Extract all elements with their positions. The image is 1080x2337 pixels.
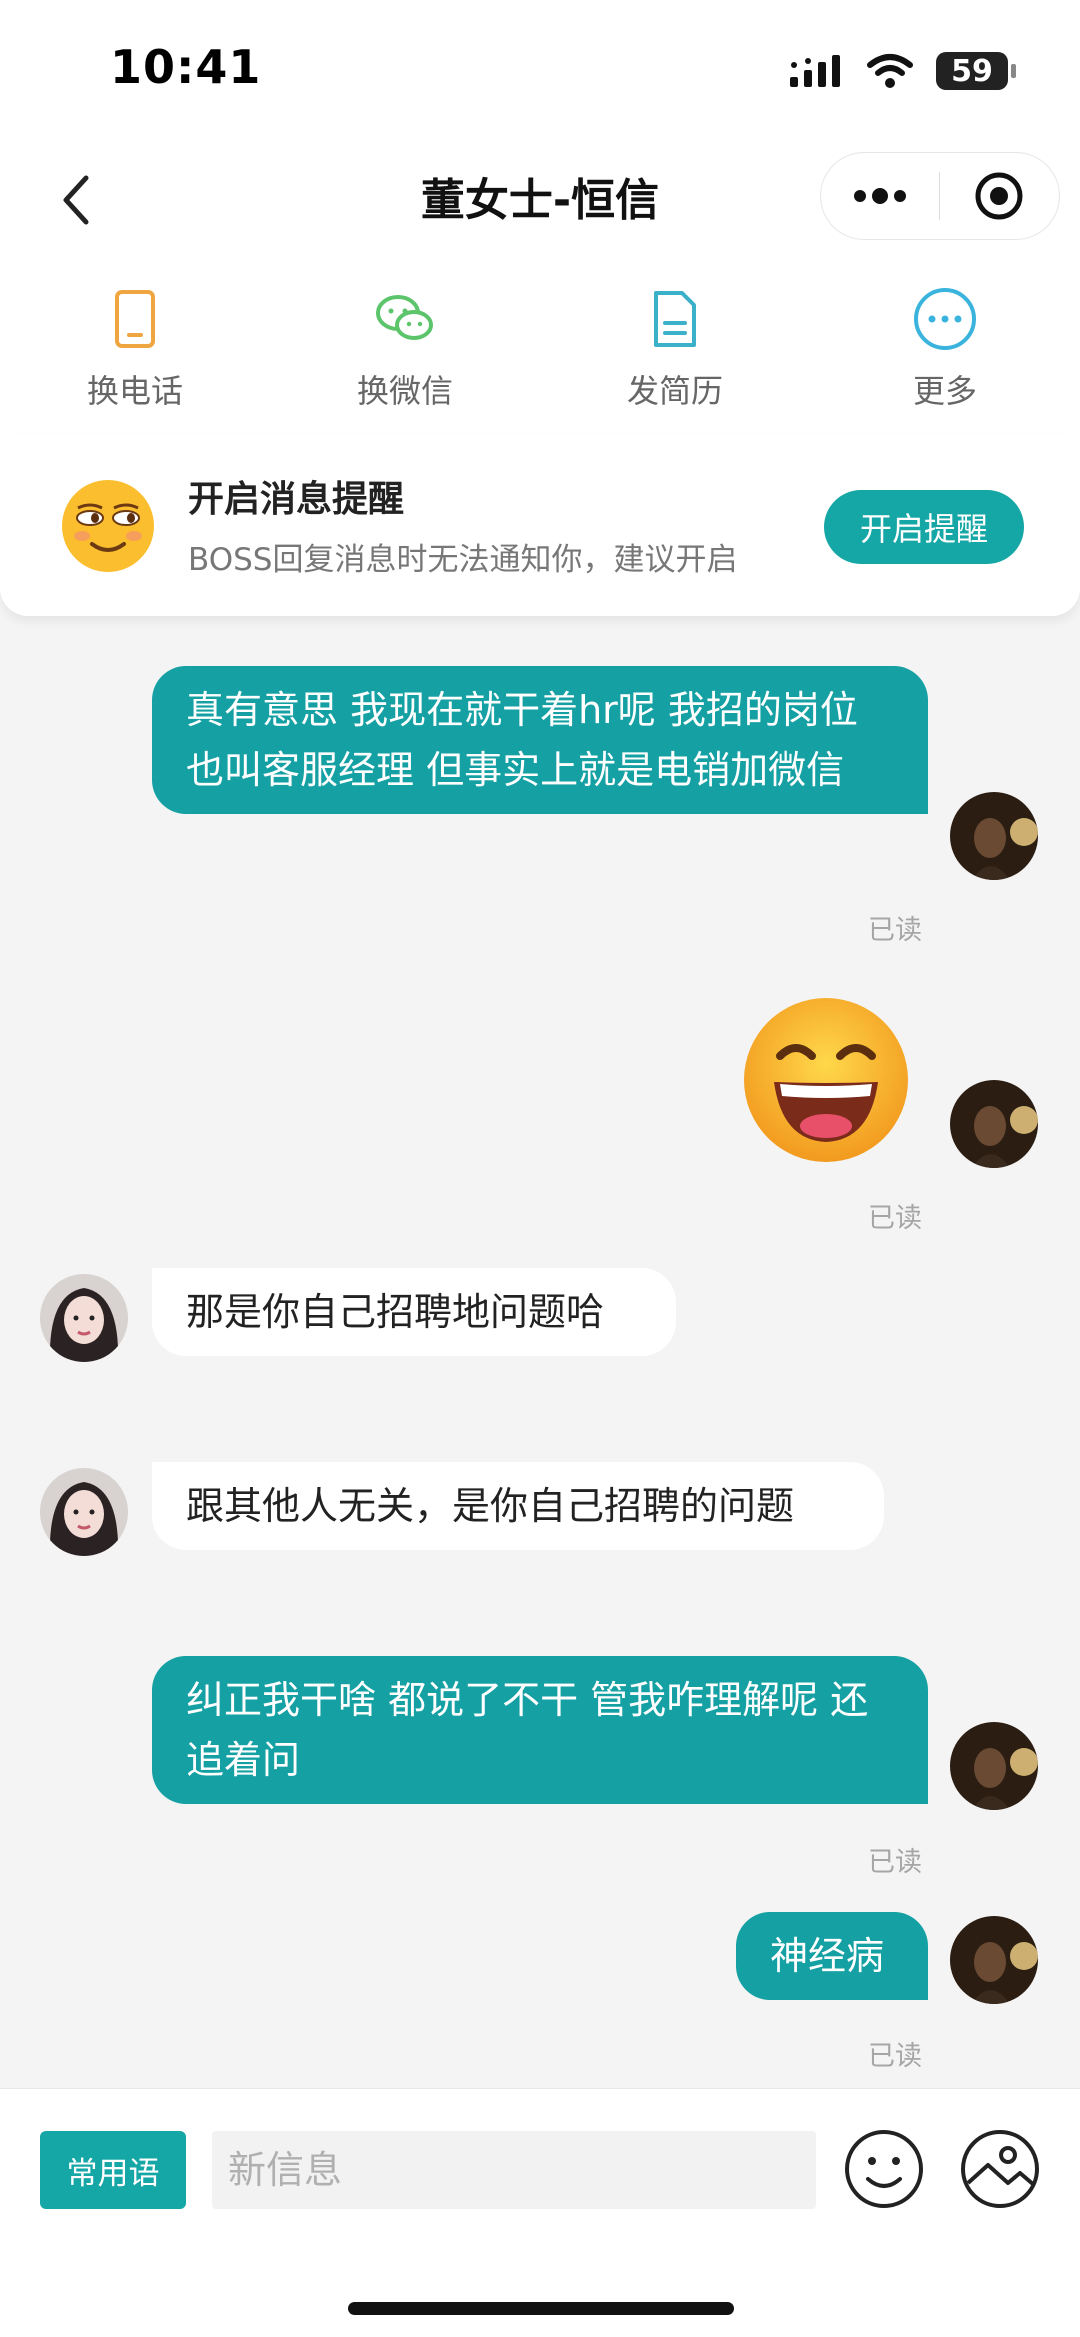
- status-time: 10:41: [110, 40, 262, 94]
- target-icon: [975, 172, 1023, 220]
- more-actions-button[interactable]: 更多: [810, 260, 1080, 434]
- message-row: 真有意思 我现在就干着hr呢 我招的岗位也叫客服经理 但事实上就是电销加微信: [152, 666, 928, 814]
- notification-reminder-card: 开启消息提醒 BOSS回复消息时无法通知你，建议开启 开启提醒: [0, 434, 1080, 616]
- smile-icon: [845, 2130, 923, 2208]
- swap-phone-label: 换电话: [86, 372, 183, 410]
- swap-wechat-button[interactable]: 换微信: [270, 260, 540, 434]
- message-bubble-outgoing[interactable]: 纠正我干啥 都说了不干 管我咋理解呢 还追着问: [152, 1656, 928, 1804]
- home-indicator[interactable]: [348, 2302, 734, 2315]
- battery-level: 59: [951, 53, 993, 89]
- signal-icon: [790, 55, 840, 87]
- message-row: 神经病: [736, 1912, 928, 2000]
- send-resume-button[interactable]: 发简历: [540, 260, 810, 434]
- message-row: 那是你自己招聘地问题哈: [152, 1268, 676, 1356]
- more-icon: [910, 284, 980, 354]
- notify-subtitle: BOSS回复消息时无法通知你，建议开启: [188, 542, 738, 578]
- close-miniprogram-button[interactable]: [940, 153, 1058, 239]
- enable-reminder-button[interactable]: 开启提醒: [824, 490, 1024, 564]
- read-status: 已读: [868, 915, 922, 946]
- emoji-button[interactable]: [842, 2127, 926, 2211]
- avatar-self[interactable]: [950, 1722, 1038, 1810]
- message-row: 纠正我干啥 都说了不干 管我咋理解呢 还追着问: [152, 1656, 928, 1804]
- message-bubble-incoming[interactable]: 跟其他人无关，是你自己招聘的问题: [152, 1462, 884, 1550]
- avatar-self[interactable]: [950, 1916, 1038, 2004]
- send-resume-label: 发简历: [626, 372, 723, 410]
- swap-phone-button[interactable]: 换电话: [0, 260, 270, 434]
- swap-wechat-label: 换微信: [356, 372, 453, 410]
- read-status: 已读: [868, 1203, 922, 1234]
- wechat-icon: [370, 284, 440, 354]
- message-row: 跟其他人无关，是你自己招聘的问题: [152, 1462, 884, 1550]
- message-bubble-outgoing[interactable]: 真有意思 我现在就干着hr呢 我招的岗位也叫客服经理 但事实上就是电销加微信: [152, 666, 928, 814]
- mini-program-capsule: [820, 152, 1060, 240]
- read-status: 已读: [868, 2041, 922, 2072]
- avatar-recruiter[interactable]: [40, 1468, 128, 1556]
- notify-title: 开启消息提醒: [188, 479, 405, 520]
- more-actions-label: 更多: [912, 372, 977, 410]
- avatar-self[interactable]: [950, 1080, 1038, 1168]
- action-row: 换电话 换微信 发简历 更多: [0, 260, 1080, 435]
- status-icons: 59: [788, 48, 1016, 94]
- resume-icon: [640, 284, 710, 354]
- more-dots-icon: [854, 188, 906, 204]
- status-bar: 10:41 59: [0, 0, 1080, 140]
- read-status: 已读: [868, 1847, 922, 1878]
- input-bar: 常用语: [0, 2088, 1080, 2244]
- message-bubble-incoming[interactable]: 那是你自己招聘地问题哈: [152, 1268, 676, 1356]
- nav-bar: 董女士-恒信: [0, 140, 1080, 260]
- home-indicator-area: [0, 2242, 1080, 2337]
- send-image-button[interactable]: [958, 2127, 1042, 2211]
- image-icon: [961, 2130, 1039, 2208]
- battery-icon: 59: [936, 52, 1016, 90]
- laughing-emoji-icon[interactable]: [740, 994, 912, 1166]
- message-input[interactable]: [212, 2131, 816, 2209]
- common-phrases-button[interactable]: 常用语: [40, 2131, 186, 2209]
- avatar-recruiter[interactable]: [40, 1274, 128, 1362]
- wifi-icon: [867, 54, 913, 88]
- avatar-self[interactable]: [950, 792, 1038, 880]
- phone-icon: [100, 284, 170, 354]
- more-button[interactable]: [821, 153, 939, 239]
- smug-emoji-icon: [62, 480, 154, 572]
- message-bubble-outgoing[interactable]: 神经病: [736, 1912, 928, 2000]
